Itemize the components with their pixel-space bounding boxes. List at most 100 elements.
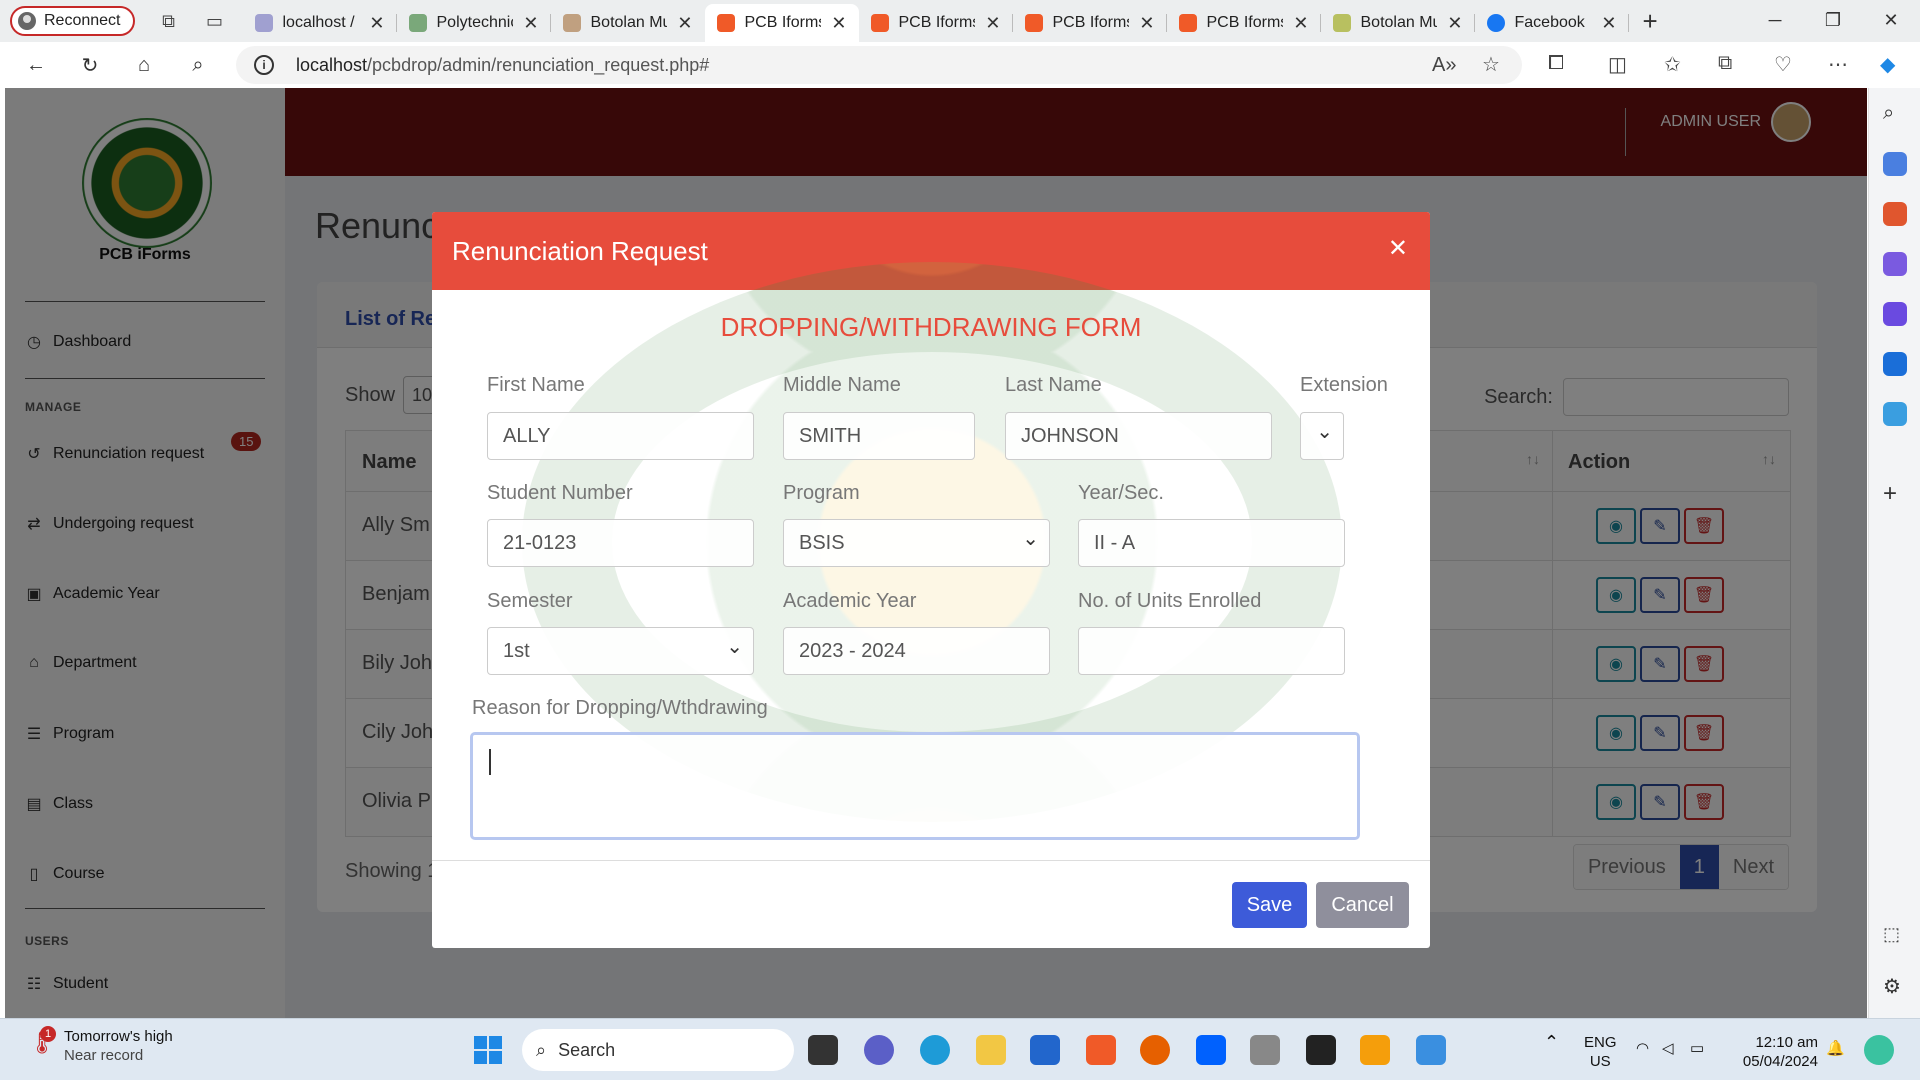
start-icon[interactable] bbox=[474, 1036, 502, 1064]
minimize-icon[interactable]: ─ bbox=[1746, 0, 1804, 40]
academic-year-field[interactable]: 2023 - 2024 bbox=[783, 627, 1050, 675]
tab-polytechnic[interactable]: Polytechnic ✕ bbox=[397, 4, 551, 42]
extension-select[interactable] bbox=[1300, 412, 1344, 460]
search-icon[interactable]: ⌕ bbox=[1883, 102, 1907, 126]
close-icon[interactable]: ✕ bbox=[1601, 13, 1616, 34]
close-icon[interactable]: ✕ bbox=[523, 13, 538, 34]
xampp-icon[interactable] bbox=[1086, 1035, 1116, 1065]
units-label: No. of Units Enrolled bbox=[1078, 590, 1262, 612]
program-label: Program bbox=[783, 482, 860, 504]
copilot-taskbar-icon[interactable] bbox=[1864, 1035, 1894, 1065]
program-select[interactable]: BSIS bbox=[783, 519, 1050, 567]
save-button[interactable]: Save bbox=[1232, 882, 1307, 928]
last-name-field[interactable]: JOHNSON bbox=[1005, 412, 1272, 460]
volume-icon[interactable]: ◁ bbox=[1662, 1039, 1674, 1058]
tab-botolan[interactable]: Botolan Mu ✕ bbox=[551, 4, 705, 42]
site-info-icon[interactable]: i bbox=[254, 55, 274, 75]
file-explorer-icon[interactable] bbox=[976, 1035, 1006, 1065]
favorites-icon[interactable]: ✩ bbox=[1664, 52, 1681, 77]
microsoft365-icon[interactable] bbox=[1883, 302, 1907, 326]
restore-icon[interactable]: ❐ bbox=[1804, 0, 1862, 40]
tab-pcb-iforms[interactable]: PCB Iforms ✕ bbox=[1013, 4, 1167, 42]
chat-icon[interactable] bbox=[864, 1035, 894, 1065]
close-icon[interactable]: ✕ bbox=[1447, 13, 1462, 34]
tab-actions-icon[interactable]: ▭ bbox=[203, 9, 227, 33]
academic-year-label: Academic Year bbox=[783, 590, 917, 612]
outlook-icon[interactable] bbox=[1883, 352, 1907, 376]
refresh-icon[interactable]: ↻ bbox=[72, 47, 108, 83]
search-icon[interactable]: ⌕ bbox=[180, 47, 216, 83]
tab-favicon-icon bbox=[1024, 14, 1043, 32]
weather-title: Tomorrow's high bbox=[64, 1028, 173, 1045]
terminal-icon[interactable] bbox=[1306, 1035, 1336, 1065]
settings-icon[interactable]: ⚙ bbox=[1883, 974, 1907, 998]
new-tab-icon[interactable]: + bbox=[1643, 6, 1658, 37]
read-aloud-icon[interactable]: A» bbox=[1432, 54, 1456, 77]
home-icon[interactable]: ⌂ bbox=[126, 47, 162, 83]
workspaces-icon[interactable]: ⧉ bbox=[157, 9, 181, 33]
shopping-icon[interactable] bbox=[1883, 152, 1907, 176]
edge-icon[interactable] bbox=[920, 1035, 950, 1065]
tab-facebook[interactable]: Facebook ✕ bbox=[1475, 4, 1629, 42]
collections-icon[interactable]: ⧉ bbox=[1718, 52, 1732, 75]
close-icon[interactable]: ✕ bbox=[677, 13, 692, 34]
middle-name-field[interactable]: SMITH bbox=[783, 412, 975, 460]
thermometer-icon: 🌡 1 bbox=[28, 1026, 56, 1055]
back-icon[interactable]: ← bbox=[18, 47, 54, 83]
reason-textarea[interactable] bbox=[470, 732, 1360, 840]
clock[interactable]: 12:10 am 05/04/2024 bbox=[1728, 1033, 1818, 1071]
renunciation-modal: Renunciation Request ✕ DROPPING/WITHDRAW… bbox=[432, 212, 1430, 948]
search-icon: ⌕ bbox=[536, 1039, 547, 1060]
tab-localhost[interactable]: localhost / ✕ bbox=[243, 4, 397, 42]
year-sec-label: Year/Sec. bbox=[1078, 482, 1164, 504]
more-icon[interactable]: ⋯ bbox=[1828, 52, 1848, 77]
reconnect-button[interactable]: Reconnect bbox=[10, 6, 135, 36]
taskbar-search[interactable]: ⌕ Search bbox=[522, 1029, 794, 1071]
semester-label: Semester bbox=[487, 590, 573, 612]
url-field[interactable]: i localhost/pcbdrop/admin/renunciation_r… bbox=[236, 46, 1522, 84]
semester-select[interactable]: 1st bbox=[487, 627, 754, 675]
units-field[interactable] bbox=[1078, 627, 1345, 675]
cancel-button[interactable]: Cancel bbox=[1316, 882, 1409, 928]
weather-badge: 1 bbox=[40, 1026, 56, 1042]
show-hidden-icons-icon[interactable]: ⌃ bbox=[1544, 1033, 1559, 1052]
wifi-icon[interactable]: ◠ bbox=[1636, 1039, 1649, 1058]
notification-bell-icon[interactable]: 🔔 bbox=[1826, 1039, 1845, 1058]
tab-botolan[interactable]: Botolan Mu ✕ bbox=[1321, 4, 1475, 42]
language-indicator[interactable]: ENG US bbox=[1584, 1033, 1617, 1071]
copilot-icon[interactable]: ◆ bbox=[1880, 52, 1895, 77]
screenshot-icon[interactable]: ⬚ bbox=[1883, 924, 1907, 948]
task-view-icon[interactable] bbox=[808, 1035, 838, 1065]
dropbox-icon[interactable] bbox=[1196, 1035, 1226, 1065]
close-icon[interactable]: ✕ bbox=[985, 13, 1000, 34]
games-icon[interactable] bbox=[1883, 252, 1907, 276]
paint-icon[interactable] bbox=[1416, 1035, 1446, 1065]
split-screen-icon[interactable]: ◫ bbox=[1608, 52, 1627, 77]
battery-icon[interactable]: ▭ bbox=[1690, 1039, 1704, 1058]
tab-pcb-iforms-active[interactable]: PCB Iforms ✕ bbox=[704, 4, 859, 42]
edge-sidebar: ⌕ + ⬚ ⚙ bbox=[1868, 88, 1920, 1018]
extensions-icon[interactable]: ⧠ bbox=[1548, 52, 1564, 75]
close-icon[interactable]: ✕ bbox=[1388, 234, 1408, 263]
weather-widget[interactable]: 🌡 1 Tomorrow's high Near record bbox=[28, 1026, 173, 1065]
tools-icon[interactable] bbox=[1883, 202, 1907, 226]
sublime-icon[interactable] bbox=[1360, 1035, 1390, 1065]
favorite-star-icon[interactable]: ☆ bbox=[1482, 52, 1500, 77]
tab-title: PCB Iforms bbox=[898, 14, 976, 31]
tab-pcb-iforms[interactable]: PCB Iforms ✕ bbox=[1167, 4, 1321, 42]
close-icon[interactable]: ✕ bbox=[369, 13, 384, 34]
store-icon[interactable] bbox=[1030, 1035, 1060, 1065]
add-icon[interactable]: + bbox=[1883, 480, 1907, 507]
student-number-field[interactable]: 21-0123 bbox=[487, 519, 754, 567]
close-icon[interactable]: ✕ bbox=[831, 13, 846, 34]
firefox-icon[interactable] bbox=[1140, 1035, 1170, 1065]
year-sec-field[interactable]: II - A bbox=[1078, 519, 1345, 567]
browser-essentials-icon[interactable]: ♡ bbox=[1774, 52, 1792, 77]
close-window-icon[interactable]: ✕ bbox=[1862, 0, 1920, 40]
close-icon[interactable]: ✕ bbox=[1293, 13, 1308, 34]
close-icon[interactable]: ✕ bbox=[1139, 13, 1154, 34]
tab-pcb-iforms[interactable]: PCB Iforms ✕ bbox=[859, 4, 1013, 42]
send-icon[interactable] bbox=[1883, 402, 1907, 426]
first-name-field[interactable]: ALLY bbox=[487, 412, 754, 460]
amazon-icon[interactable] bbox=[1250, 1035, 1280, 1065]
